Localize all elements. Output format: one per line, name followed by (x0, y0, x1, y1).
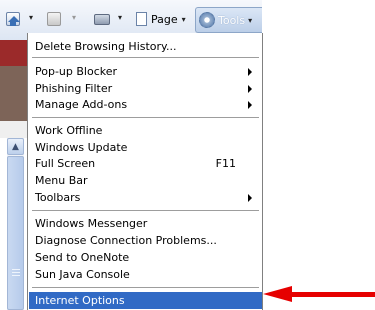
menu-item-manage-add-ons[interactable]: Manage Add-ons (29, 96, 262, 113)
scroll-up-button[interactable]: ▲ (7, 138, 24, 155)
feeds-dropdown-arrow[interactable]: ▾ (72, 13, 76, 22)
home-button[interactable] (6, 12, 20, 26)
menu-separator (32, 210, 259, 211)
menu-item-windows-messenger[interactable]: Windows Messenger (29, 215, 262, 232)
home-dropdown-arrow[interactable]: ▾ (29, 13, 33, 22)
menu-item-send-to-onenote[interactable]: Send to OneNote (29, 249, 262, 266)
tools-menu-label: Tools (218, 13, 246, 27)
menu-item-popup-blocker[interactable]: Pop-up Blocker (29, 63, 262, 80)
print-icon (94, 14, 110, 25)
menu-separator (32, 117, 259, 118)
chevron-down-icon: ▾ (248, 15, 253, 25)
menu-item-diagnose-connection-problems[interactable]: Diagnose Connection Problems... (29, 232, 262, 249)
feeds-button[interactable] (47, 12, 61, 26)
submenu-arrow-icon (248, 194, 252, 202)
chevron-down-icon: ▾ (118, 13, 123, 22)
background-window-fragment (0, 121, 27, 138)
shortcut-label: F11 (215, 157, 236, 170)
rss-icon (47, 12, 61, 26)
tools-menu-button[interactable]: Tools ▾ (195, 7, 262, 33)
menu-item-menu-bar[interactable]: Menu Bar (29, 172, 262, 189)
page-menu-button[interactable]: Page ▾ (136, 12, 186, 26)
menu-item-full-screen[interactable]: Full Screen F11 (29, 155, 262, 172)
chevron-down-icon: ▾ (29, 13, 34, 22)
background-window-fragment (0, 40, 27, 66)
chevron-up-icon: ▲ (12, 141, 19, 152)
annotation-arrow-head (263, 286, 292, 302)
background-window-fragment (0, 66, 27, 121)
chevron-down-icon: ▾ (72, 13, 77, 22)
page-menu-label: Page (151, 12, 178, 26)
menu-item-delete-browsing-history[interactable]: Delete Browsing History... (29, 38, 262, 55)
tools-dropdown-menu: Delete Browsing History... Pop-up Blocke… (27, 33, 263, 310)
chevron-down-icon: ▾ (181, 14, 186, 24)
vertical-scrollbar[interactable]: ▲ (7, 138, 24, 310)
home-icon (6, 12, 20, 26)
menu-item-internet-options[interactable]: Internet Options (29, 292, 262, 309)
menu-separator (32, 57, 259, 58)
menu-item-work-offline[interactable]: Work Offline (29, 122, 262, 139)
menu-item-windows-update[interactable]: Windows Update (29, 139, 262, 156)
annotation-arrow-shaft (290, 292, 375, 297)
submenu-arrow-icon (248, 68, 252, 76)
scrollbar-thumb[interactable] (7, 156, 24, 310)
print-button[interactable] (94, 14, 110, 25)
menu-item-sun-java-console[interactable]: Sun Java Console (29, 266, 262, 283)
menu-item-phishing-filter[interactable]: Phishing Filter (29, 80, 262, 97)
menu-item-toolbars[interactable]: Toolbars (29, 189, 262, 206)
menu-separator (32, 287, 259, 288)
gear-icon (199, 12, 215, 28)
submenu-arrow-icon (248, 85, 252, 93)
print-dropdown-arrow[interactable]: ▾ (118, 13, 122, 22)
submenu-arrow-icon (248, 101, 252, 109)
page-icon (136, 12, 147, 26)
